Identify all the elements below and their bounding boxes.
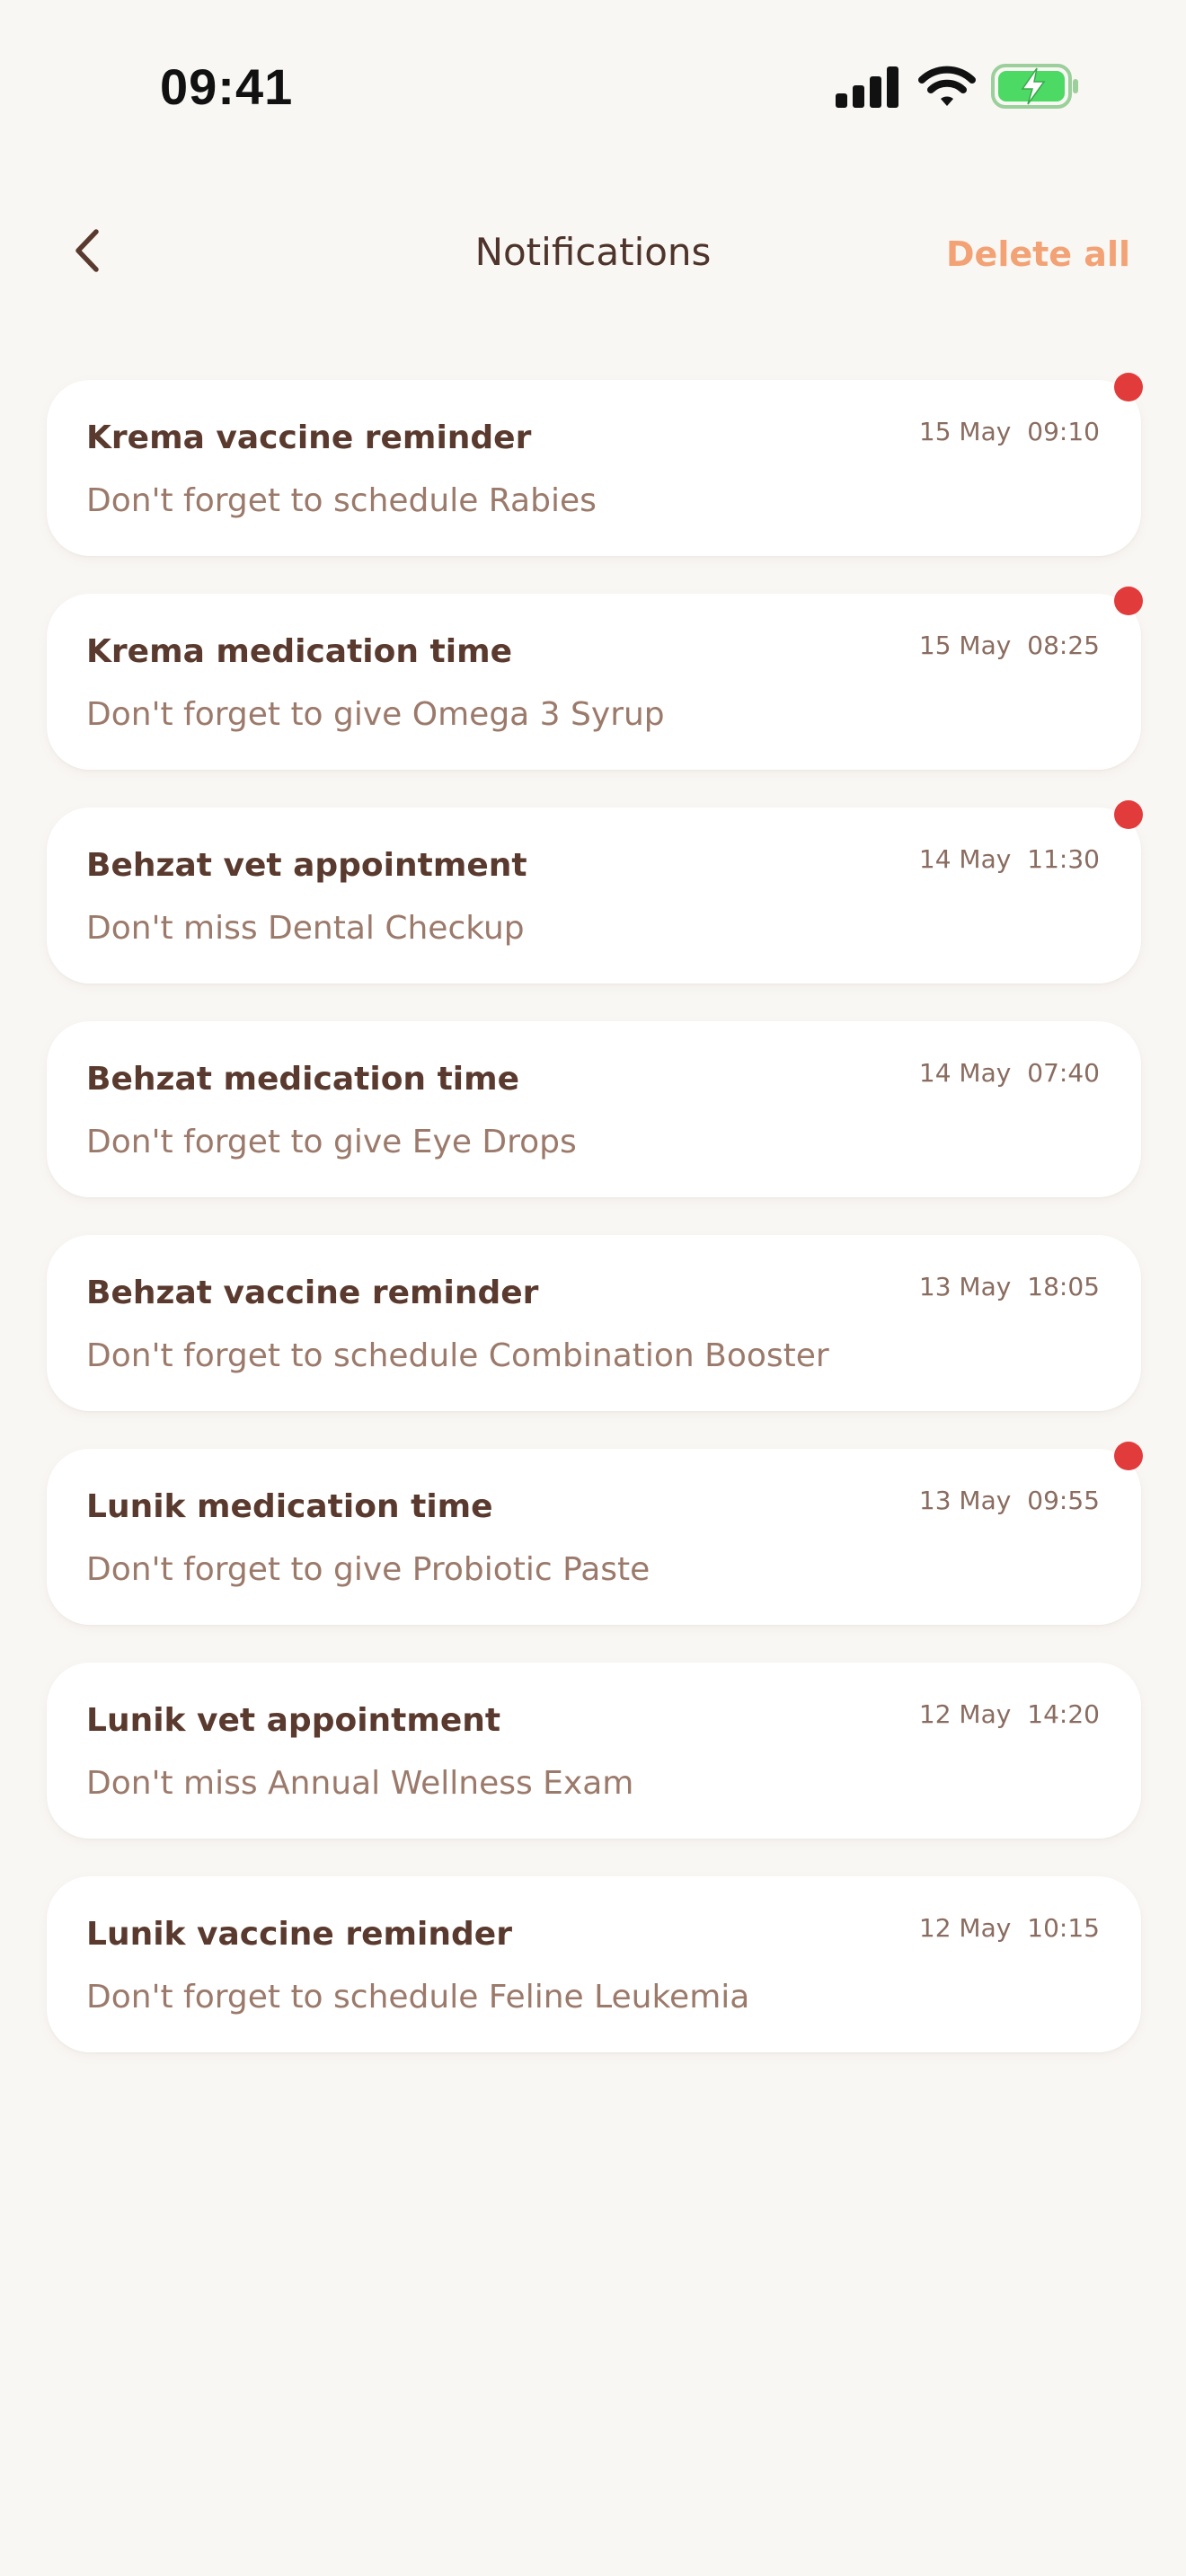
notification-timestamp: 14 May 07:40	[919, 1055, 1100, 1091]
notification-date: 15 May	[918, 417, 1012, 446]
unread-dot	[1114, 1442, 1143, 1470]
notification-body: Don't forget to schedule Rabies	[86, 482, 597, 519]
notification-timestamp: 12 May 10:15	[919, 1910, 1100, 1946]
notification-card[interactable]: Krema medication time Don't forget to gi…	[47, 587, 1143, 770]
notification-body: Don't miss Dental Checkup	[86, 910, 525, 947]
notification-date: 14 May	[918, 1058, 1012, 1088]
notification-body: Don't forget to schedule Feline Leukemia	[86, 1979, 750, 2016]
notification-timestamp: 14 May 11:30	[919, 842, 1100, 878]
notification-time: 10:15	[1027, 1913, 1100, 1943]
notification-time: 14:20	[1027, 1699, 1100, 1729]
signal-icon	[836, 66, 900, 108]
notification-date: 13 May	[918, 1486, 1012, 1515]
notification-title: Behzat medication time	[86, 1061, 520, 1098]
notification-title: Behzat vaccine reminder	[86, 1275, 539, 1311]
delete-all-button[interactable]: Delete all	[946, 225, 1130, 284]
notification-time: 11:30	[1027, 844, 1100, 874]
notification-card[interactable]: Behzat vet appointment Don't miss Dental…	[47, 800, 1143, 984]
status-icons	[836, 63, 1080, 113]
battery-charging-icon	[990, 63, 1080, 110]
back-button[interactable]	[56, 221, 119, 284]
notification-date: 13 May	[918, 1272, 1012, 1301]
notification-card[interactable]: Lunik vaccine reminder Don't forget to s…	[47, 1876, 1141, 2052]
notification-card[interactable]: Behzat medication time Don't forget to g…	[47, 1021, 1141, 1197]
notification-title: Behzat vet appointment	[86, 847, 527, 884]
notification-card[interactable]: Behzat vaccine reminder Don't forget to …	[47, 1235, 1141, 1411]
unread-dot	[1114, 373, 1143, 401]
notification-list: Krema vaccine reminder Don't forget to s…	[47, 373, 1143, 2090]
notification-body: Don't forget to give Omega 3 Syrup	[86, 696, 665, 733]
unread-dot	[1114, 587, 1143, 615]
notification-card[interactable]: Krema vaccine reminder Don't forget to s…	[47, 373, 1143, 556]
notification-title: Lunik vaccine reminder	[86, 1916, 512, 1953]
notification-title: Krema medication time	[86, 633, 512, 670]
notification-timestamp: 15 May 09:10	[919, 414, 1100, 450]
page-title: Notifications	[474, 230, 712, 274]
notification-date: 14 May	[918, 844, 1012, 874]
notification-date: 12 May	[918, 1699, 1012, 1729]
status-bar: 09:41	[0, 0, 1186, 171]
notification-body: Don't forget to give Eye Drops	[86, 1124, 577, 1160]
notification-title: Lunik medication time	[86, 1488, 493, 1525]
notification-time: 07:40	[1027, 1058, 1100, 1088]
notification-timestamp: 15 May 08:25	[919, 628, 1100, 664]
notification-body: Don't forget to schedule Combination Boo…	[86, 1337, 829, 1374]
notification-card[interactable]: Lunik medication time Don't forget to gi…	[47, 1442, 1143, 1625]
notification-title: Krema vaccine reminder	[86, 419, 532, 456]
notification-time: 08:25	[1027, 631, 1100, 660]
nav-bar: Notifications Delete all	[0, 207, 1186, 300]
notification-date: 12 May	[918, 1913, 1012, 1943]
notification-time: 18:05	[1027, 1272, 1100, 1301]
notification-time: 09:55	[1027, 1486, 1100, 1515]
notification-timestamp: 12 May 14:20	[919, 1697, 1100, 1733]
notification-body: Don't forget to give Probiotic Paste	[86, 1551, 651, 1588]
status-time: 09:41	[160, 58, 294, 115]
unread-dot	[1114, 800, 1143, 829]
notification-body: Don't miss Annual Wellness Exam	[86, 1765, 634, 1802]
wifi-icon	[918, 65, 976, 108]
notification-title: Lunik vet appointment	[86, 1702, 501, 1739]
notification-timestamp: 13 May 09:55	[919, 1483, 1100, 1519]
notification-date: 15 May	[918, 631, 1012, 660]
notification-card[interactable]: Lunik vet appointment Don't miss Annual …	[47, 1663, 1141, 1839]
chevron-left-icon	[72, 228, 102, 277]
notification-timestamp: 13 May 18:05	[919, 1269, 1100, 1305]
notification-time: 09:10	[1027, 417, 1100, 446]
